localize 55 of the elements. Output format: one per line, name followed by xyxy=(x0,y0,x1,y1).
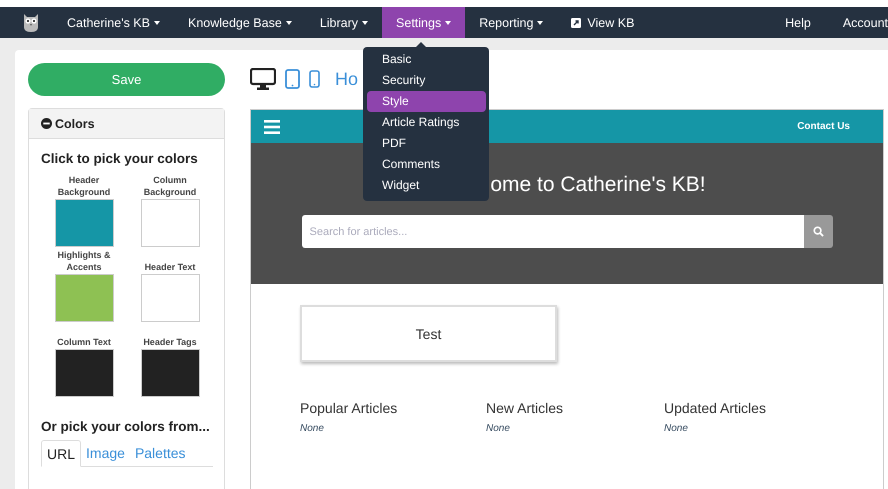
swatch-label: Header Tags xyxy=(142,336,198,348)
caret-icon xyxy=(286,20,292,24)
owl-logo-icon[interactable] xyxy=(22,12,40,32)
dropdown-item[interactable]: Basic xyxy=(367,49,486,70)
swatch-label: Column Background xyxy=(142,174,198,198)
empty-text: None xyxy=(664,423,689,434)
empty-text: None xyxy=(486,423,511,434)
source-tab[interactable]: URL xyxy=(41,440,82,467)
site-title: ome to Catherine's KB! xyxy=(489,173,706,197)
featured-button[interactable]: Test xyxy=(300,305,557,362)
dropdown-item[interactable]: Comments xyxy=(367,154,486,175)
dropdown-item[interactable]: Style xyxy=(367,91,486,112)
section-heading: Or pick your colors from... xyxy=(41,419,211,434)
nav-menu-item[interactable]: Reporting xyxy=(465,7,558,38)
color-swatch[interactable] xyxy=(54,274,114,322)
dropdown-item[interactable]: PDF xyxy=(367,133,486,154)
panel-title: Colors xyxy=(55,116,95,130)
swatch-label: Highlights & Accents xyxy=(56,249,112,273)
nav-menu-item[interactable]: View KB xyxy=(557,7,648,38)
nav-menu-item[interactable]: Knowledge Base xyxy=(174,7,306,38)
nav-menu-item[interactable]: Library xyxy=(306,7,382,38)
phone-icon[interactable] xyxy=(309,70,320,88)
caret-icon xyxy=(537,20,544,24)
search-field[interactable]: Search for articles... xyxy=(302,215,804,248)
nav-link[interactable]: Help xyxy=(755,7,811,38)
tablet-icon[interactable] xyxy=(285,69,300,89)
color-swatch[interactable] xyxy=(54,199,114,247)
swatch-label: Header Text xyxy=(144,261,196,273)
desktop-icon[interactable] xyxy=(250,68,276,90)
section-title: New Articles xyxy=(486,400,564,416)
panel-header[interactable]: Colors xyxy=(29,109,224,139)
contact-link[interactable]: Contact Us xyxy=(797,121,850,132)
nav-menu-item[interactable]: Settings xyxy=(382,7,466,38)
swatch-label: Column Text xyxy=(56,336,112,348)
color-swatch[interactable] xyxy=(140,199,200,247)
caret-icon xyxy=(362,20,368,24)
dropdown-item[interactable]: Security xyxy=(367,70,486,91)
nav-menu-item[interactable]: Catherine's KB xyxy=(53,7,174,38)
caret-icon xyxy=(154,20,160,24)
color-swatch[interactable] xyxy=(140,274,200,322)
caret-icon xyxy=(445,20,452,24)
menu-icon[interactable] xyxy=(264,120,280,134)
section-title: Updated Articles xyxy=(664,400,767,416)
section-heading: Click to pick your colors xyxy=(41,151,199,166)
dropdown-item[interactable]: Article Ratings xyxy=(367,112,486,133)
external-link-icon xyxy=(571,18,582,28)
swatch-label: Header Background xyxy=(56,174,112,198)
nav-link[interactable]: Account xyxy=(810,7,888,38)
search-icon xyxy=(812,226,824,237)
section-title: Popular Articles xyxy=(300,400,398,416)
color-swatch[interactable] xyxy=(140,349,200,397)
dropdown-item[interactable]: Widget xyxy=(367,175,486,196)
empty-text: None xyxy=(300,423,325,434)
color-swatch[interactable] xyxy=(54,349,114,397)
search-button[interactable] xyxy=(804,215,832,248)
